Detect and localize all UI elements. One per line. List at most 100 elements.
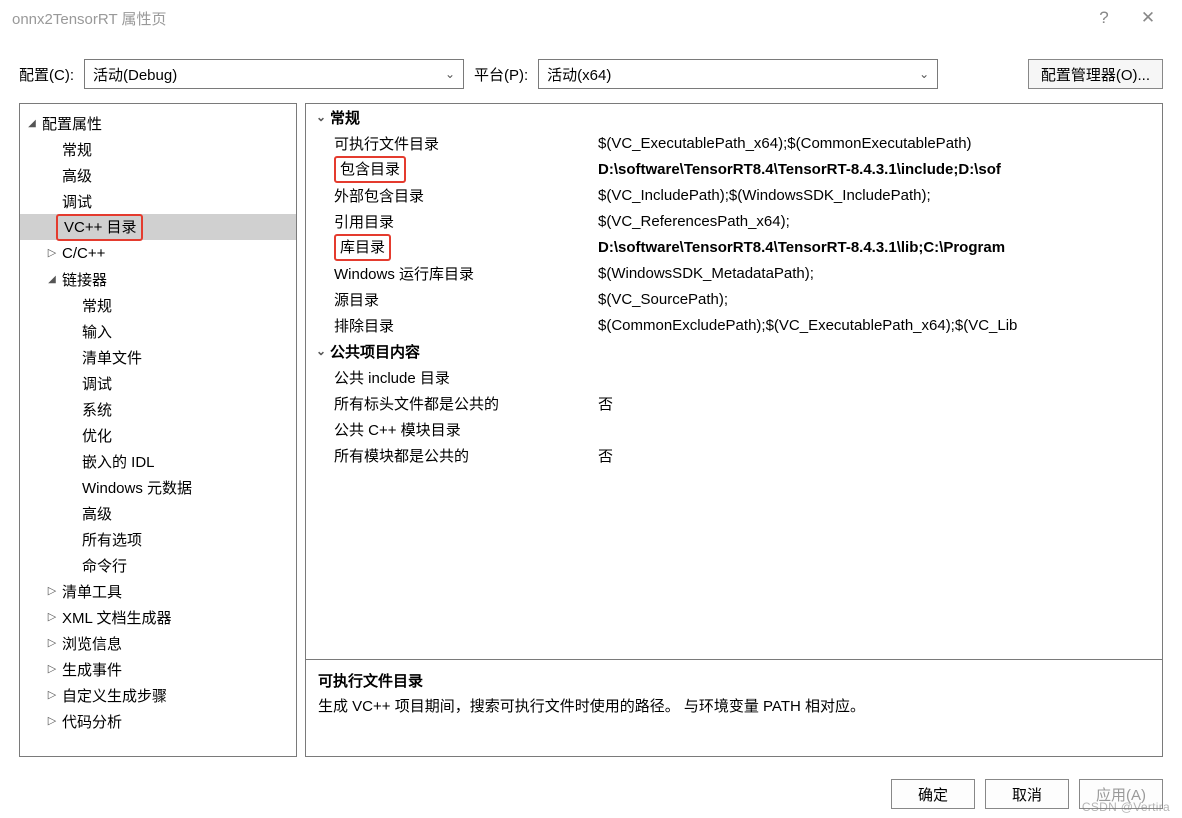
property-value[interactable]: $(VC_ReferencesPath_x64);: [598, 213, 1162, 230]
tree-item-label: 高级: [80, 503, 112, 524]
tree-arrow-closed-icon[interactable]: [44, 583, 60, 597]
tree-arrow-open-icon[interactable]: [24, 115, 40, 129]
property-value[interactable]: 否: [598, 393, 1162, 414]
property-row[interactable]: 所有标头文件都是公共的否: [306, 390, 1162, 416]
property-value[interactable]: D:\software\TensorRT8.4\TensorRT-8.4.3.1…: [598, 239, 1162, 256]
config-value: 活动(Debug): [93, 64, 439, 85]
tree-arrow-closed-icon[interactable]: [44, 245, 60, 259]
dialog-buttons: 确定 取消 应用(A): [9, 767, 1173, 809]
property-row[interactable]: 源目录$(VC_SourcePath);: [306, 286, 1162, 312]
property-name: 所有标头文件都是公共的: [306, 393, 598, 414]
tree-item-label: 系统: [80, 399, 112, 420]
tree-arrow-closed-icon[interactable]: [44, 687, 60, 701]
tree-item[interactable]: 代码分析: [20, 708, 296, 734]
tree-item[interactable]: 所有选项: [20, 526, 296, 552]
tree-item[interactable]: 清单文件: [20, 344, 296, 370]
tree-arrow-closed-icon[interactable]: [44, 635, 60, 649]
tree-item-label: 命令行: [80, 555, 127, 576]
property-panel: ⌄常规可执行文件目录$(VC_ExecutablePath_x64);$(Com…: [305, 103, 1163, 757]
chevron-down-icon: ⌄: [445, 67, 455, 81]
property-name: 公共 C++ 模块目录: [306, 419, 598, 440]
tree-item[interactable]: 高级: [20, 500, 296, 526]
tree-item[interactable]: 调试: [20, 188, 296, 214]
help-icon[interactable]: ?: [1082, 8, 1126, 28]
property-row[interactable]: 引用目录$(VC_ReferencesPath_x64);: [306, 208, 1162, 234]
tree-item[interactable]: XML 文档生成器: [20, 604, 296, 630]
property-row[interactable]: 包含目录D:\software\TensorRT8.4\TensorRT-8.4…: [306, 156, 1162, 182]
tree-item-label: 配置属性: [40, 113, 102, 134]
group-title: 公共项目内容: [330, 341, 420, 362]
property-value[interactable]: $(VC_ExecutablePath_x64);$(CommonExecuta…: [598, 135, 1162, 152]
property-row[interactable]: 公共 C++ 模块目录: [306, 416, 1162, 442]
tree-item-label: 代码分析: [60, 711, 122, 732]
property-name: 外部包含目录: [306, 185, 598, 206]
tree-item-label: 优化: [80, 425, 112, 446]
tree-item[interactable]: 优化: [20, 422, 296, 448]
tree-item[interactable]: 调试: [20, 370, 296, 396]
group-header[interactable]: ⌄公共项目内容: [306, 338, 1162, 364]
cancel-button[interactable]: 取消: [985, 779, 1069, 809]
close-icon[interactable]: ✕: [1126, 8, 1170, 28]
property-value[interactable]: D:\software\TensorRT8.4\TensorRT-8.4.3.1…: [598, 161, 1162, 178]
highlight-box: VC++ 目录: [56, 214, 143, 241]
tree-item[interactable]: 自定义生成步骤: [20, 682, 296, 708]
apply-button[interactable]: 应用(A): [1079, 779, 1163, 809]
tree-item-label: 调试: [60, 191, 92, 212]
config-combo[interactable]: 活动(Debug) ⌄: [84, 59, 464, 89]
tree-item[interactable]: 配置属性: [20, 110, 296, 136]
property-row[interactable]: 库目录D:\software\TensorRT8.4\TensorRT-8.4.…: [306, 234, 1162, 260]
tree-item[interactable]: 链接器: [20, 266, 296, 292]
titlebar: onnx2TensorRT 属性页 ? ✕: [0, 0, 1182, 36]
property-row[interactable]: Windows 运行库目录$(WindowsSDK_MetadataPath);: [306, 260, 1162, 286]
dialog-body: 配置(C): 活动(Debug) ⌄ 平台(P): 活动(x64) ⌄ 配置管理…: [8, 40, 1174, 810]
property-row[interactable]: 所有模块都是公共的否: [306, 442, 1162, 468]
property-name: 引用目录: [306, 211, 598, 232]
tree-item[interactable]: Windows 元数据: [20, 474, 296, 500]
tree-item-label: 嵌入的 IDL: [80, 451, 155, 472]
property-value[interactable]: $(WindowsSDK_MetadataPath);: [598, 265, 1162, 282]
tree-item[interactable]: 常规: [20, 292, 296, 318]
tree-item[interactable]: 清单工具: [20, 578, 296, 604]
property-row[interactable]: 外部包含目录$(VC_IncludePath);$(WindowsSDK_Inc…: [306, 182, 1162, 208]
property-value[interactable]: $(CommonExcludePath);$(VC_ExecutablePath…: [598, 317, 1162, 334]
group-header[interactable]: ⌄常规: [306, 104, 1162, 130]
group-title: 常规: [330, 107, 360, 128]
property-row[interactable]: 公共 include 目录: [306, 364, 1162, 390]
tree-item[interactable]: VC++ 目录: [20, 214, 296, 240]
tree-item[interactable]: 系统: [20, 396, 296, 422]
tree-item[interactable]: C/C++: [20, 240, 296, 266]
description-pane: 可执行文件目录 生成 VC++ 项目期间，搜索可执行文件时使用的路径。 与环境变…: [306, 659, 1162, 756]
tree-item-label: 常规: [80, 295, 112, 316]
property-row[interactable]: 可执行文件目录$(VC_ExecutablePath_x64);$(Common…: [306, 130, 1162, 156]
property-value[interactable]: 否: [598, 445, 1162, 466]
config-manager-button[interactable]: 配置管理器(O)...: [1028, 59, 1163, 89]
ok-button[interactable]: 确定: [891, 779, 975, 809]
platform-combo[interactable]: 活动(x64) ⌄: [538, 59, 938, 89]
property-value[interactable]: $(VC_IncludePath);$(WindowsSDK_IncludePa…: [598, 187, 1162, 204]
property-value[interactable]: $(VC_SourcePath);: [598, 291, 1162, 308]
tree-arrow-open-icon[interactable]: [44, 271, 60, 285]
tree-item[interactable]: 命令行: [20, 552, 296, 578]
tree-item[interactable]: 浏览信息: [20, 630, 296, 656]
tree-item[interactable]: 嵌入的 IDL: [20, 448, 296, 474]
tree-arrow-closed-icon[interactable]: [44, 713, 60, 727]
tree-arrow-closed-icon[interactable]: [44, 661, 60, 675]
property-name: 源目录: [306, 289, 598, 310]
chevron-down-icon: ⌄: [312, 110, 330, 124]
config-toolbar: 配置(C): 活动(Debug) ⌄ 平台(P): 活动(x64) ⌄ 配置管理…: [9, 41, 1173, 103]
tree-item-label: 生成事件: [60, 659, 122, 680]
property-row[interactable]: 排除目录$(CommonExcludePath);$(VC_Executable…: [306, 312, 1162, 338]
property-name: Windows 运行库目录: [306, 263, 598, 284]
tree-item-label: 清单文件: [80, 347, 142, 368]
chevron-down-icon: ⌄: [312, 344, 330, 358]
tree-arrow-closed-icon[interactable]: [44, 609, 60, 623]
property-grid[interactable]: ⌄常规可执行文件目录$(VC_ExecutablePath_x64);$(Com…: [306, 104, 1162, 659]
tree-item[interactable]: 常规: [20, 136, 296, 162]
description-title: 可执行文件目录: [318, 670, 1150, 691]
tree-item[interactable]: 输入: [20, 318, 296, 344]
tree-item[interactable]: 高级: [20, 162, 296, 188]
tree-item-label: 所有选项: [80, 529, 142, 550]
tree-item-label: C/C++: [60, 245, 105, 262]
tree-item[interactable]: 生成事件: [20, 656, 296, 682]
nav-tree[interactable]: 配置属性常规高级调试VC++ 目录C/C++链接器常规输入清单文件调试系统优化嵌…: [19, 103, 297, 757]
